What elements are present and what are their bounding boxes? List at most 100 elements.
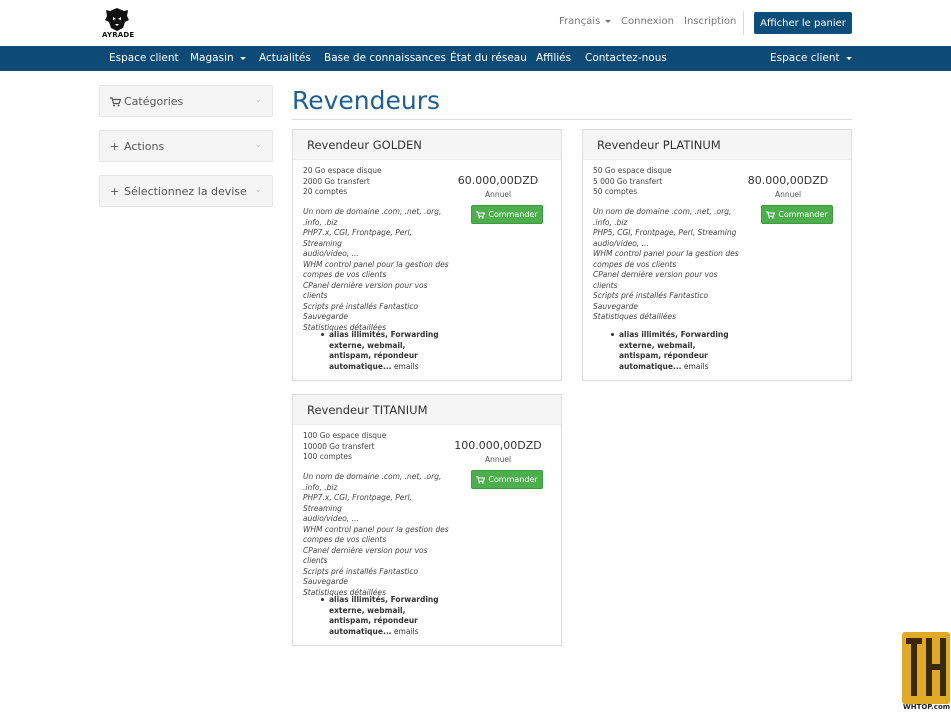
language-selector[interactable]: Français <box>559 16 612 27</box>
nav-label: Affiliés <box>536 52 572 64</box>
chevron-down-icon: ⌄ <box>254 95 262 105</box>
feature-line: CPanel dernière version pour vos clients <box>593 270 718 290</box>
site-header: AYRADE Français Connexion Inscription Af… <box>0 0 951 46</box>
product-name: Revendeur PLATINUM <box>583 130 851 160</box>
feature-line: Un nom de domaine .com, .net, .org, <box>303 472 442 481</box>
feature-line: PHP5, CGI, Frontpage, Perl, Streaming <box>593 228 737 237</box>
title-divider <box>292 119 852 120</box>
cart-icon <box>476 475 486 484</box>
language-label: Français <box>559 16 601 27</box>
feature-tail: emails <box>391 626 419 636</box>
sidebar-panel-label: Sélectionnez la devise <box>124 185 247 198</box>
product-specs: 20 Go espace disque 2000 Go transfert 20 c… <box>303 166 382 198</box>
nav-label: État du réseau <box>450 52 527 64</box>
nav-network-status[interactable]: État du réseau <box>450 46 527 71</box>
header-divider <box>743 11 744 35</box>
nav-contact[interactable]: Contactez-nous <box>585 46 667 71</box>
feature-bold: alias illimités, Forwarding externe, web… <box>329 595 439 636</box>
spec-line: 100 Go espace disque <box>303 431 387 440</box>
sidebar-panel-label: Actions <box>124 140 165 153</box>
main-navbar: Espace client Magasin Actualités Base de… <box>0 46 951 71</box>
login-link[interactable]: Connexion <box>621 16 674 27</box>
caret-down-icon <box>605 19 612 23</box>
plus-icon: + <box>110 140 120 153</box>
nav-knowledgebase[interactable]: Base de connaissances <box>324 46 446 71</box>
feature-line: CPanel dernière version pour vos clients <box>303 280 428 301</box>
feature-line: Sauvegarde <box>303 577 348 586</box>
feature-line: WHM control panel pour la gestion des <box>593 249 739 258</box>
register-link[interactable]: Inscription <box>684 16 736 27</box>
spec-line: 20 Go espace disque <box>303 166 382 175</box>
feature-line: WHM control panel pour la gestion des <box>303 259 449 269</box>
nav-label: Espace client <box>109 52 179 64</box>
feature-line: audio/video, ... <box>593 238 649 248</box>
nav-label: Magasin <box>190 52 234 64</box>
feature-line: Scripts pré installés Fantastico <box>303 301 419 311</box>
nav-label: Actualités <box>259 52 311 64</box>
product-name: Revendeur GOLDEN <box>293 130 561 160</box>
spec-line: 100 comptes <box>303 452 352 461</box>
nav-news[interactable]: Actualités <box>259 46 311 71</box>
billing-cycle: Annuel <box>484 455 512 464</box>
page-title: Revendeurs <box>292 86 441 115</box>
feature-line: compes de vos clients <box>593 259 677 269</box>
nav-client-area[interactable]: Espace client <box>109 46 179 71</box>
feature-line: Sauvegarde <box>593 301 638 311</box>
nav-affiliates[interactable]: Affiliés <box>536 46 571 71</box>
feature-line: audio/video, ... <box>303 514 359 523</box>
spec-line: 5 000 Go transfert <box>593 176 663 186</box>
feature-tail: emails <box>391 361 419 371</box>
order-label: Commander <box>778 210 828 219</box>
feature-line: PHP7.x, CGI, Frontpage, Perl, Streaming <box>303 493 412 513</box>
product-name: Revendeur TITANIUM <box>293 395 561 425</box>
feature-line: Un nom de domaine .com, .net, .org, <box>303 207 442 216</box>
bullet-icon <box>611 333 614 336</box>
feature-line: compes de vos clients <box>303 535 387 544</box>
nav-store[interactable]: Magasin <box>190 46 246 71</box>
chevron-down-icon: ⌄ <box>254 185 262 195</box>
spec-line: 2000 Go transfert <box>303 176 370 186</box>
product-description: Un nom de domaine .com, .net, .org, .info… <box>303 472 453 598</box>
feature-bold: alias illimités, Forwarding externe, web… <box>329 330 439 371</box>
product-card-golden: Revendeur GOLDEN 20 Go espace disque 2000… <box>292 129 562 381</box>
feature-line: audio/video, ... <box>303 249 359 258</box>
product-feature-list: alias illimités, Forwarding externe, web… <box>611 330 739 372</box>
product-card-platinum: Revendeur PLATINUM 50 Go espace disque 5 … <box>582 129 852 381</box>
product-description: Un nom de domaine .com, .net, .org, .info… <box>593 207 743 323</box>
bullet-icon <box>321 598 324 601</box>
product-description: Un nom de domaine .com, .net, .org, .info… <box>303 207 453 333</box>
plus-icon: + <box>110 185 120 198</box>
view-cart-button[interactable]: Afficher le panier <box>754 12 852 34</box>
whtop-watermark-logo <box>902 632 950 704</box>
product-specs: 100 Go espace disque 10000 Go transfert 10… <box>303 431 386 463</box>
order-button[interactable]: Commander <box>471 205 543 224</box>
product-card-titanium: Revendeur TITANIUM 100 Go espace disque 1… <box>292 394 562 646</box>
order-label: Commander <box>488 475 538 484</box>
feature-line: Statistiques détaillées <box>593 312 676 321</box>
feature-line: Scripts pré installés Fantastico <box>303 566 419 576</box>
cart-icon <box>766 210 776 219</box>
nav-account-menu[interactable]: Espace client <box>770 46 852 71</box>
product-feature-list: alias illimités, Forwarding externe, web… <box>321 595 449 637</box>
feature-line: .info, .biz <box>303 217 338 227</box>
sidebar-actions[interactable]: + Actions ⌄ <box>99 130 273 162</box>
nav-label: Base de connaissances <box>324 52 446 64</box>
feature-line: Scripts pré installés Fantastico <box>593 291 709 300</box>
nav-label: Espace client <box>770 52 840 64</box>
cart-icon <box>476 210 486 219</box>
feature-line: .info, .biz <box>303 482 338 492</box>
feature-line: .info, .biz <box>593 217 628 227</box>
chevron-down-icon: ⌄ <box>254 140 262 150</box>
order-button[interactable]: Commander <box>761 205 833 224</box>
logo-text: AYRADE <box>102 31 135 39</box>
order-button[interactable]: Commander <box>471 470 543 489</box>
product-feature-list: alias illimités, Forwarding externe, web… <box>321 330 449 372</box>
sidebar-currency[interactable]: + Sélectionnez la devise ⌄ <box>99 175 273 207</box>
sidebar-categories[interactable]: Catégories ⌄ <box>99 85 273 117</box>
spec-line: 50 comptes <box>593 187 638 196</box>
caret-down-icon <box>239 56 246 60</box>
spec-line: 10000 Go transfert <box>303 441 375 451</box>
feature-line: WHM control panel pour la gestion des <box>303 524 449 534</box>
feature-line: Un nom de domaine .com, .net, .org, <box>593 207 732 216</box>
billing-cycle: Annuel <box>484 190 512 199</box>
